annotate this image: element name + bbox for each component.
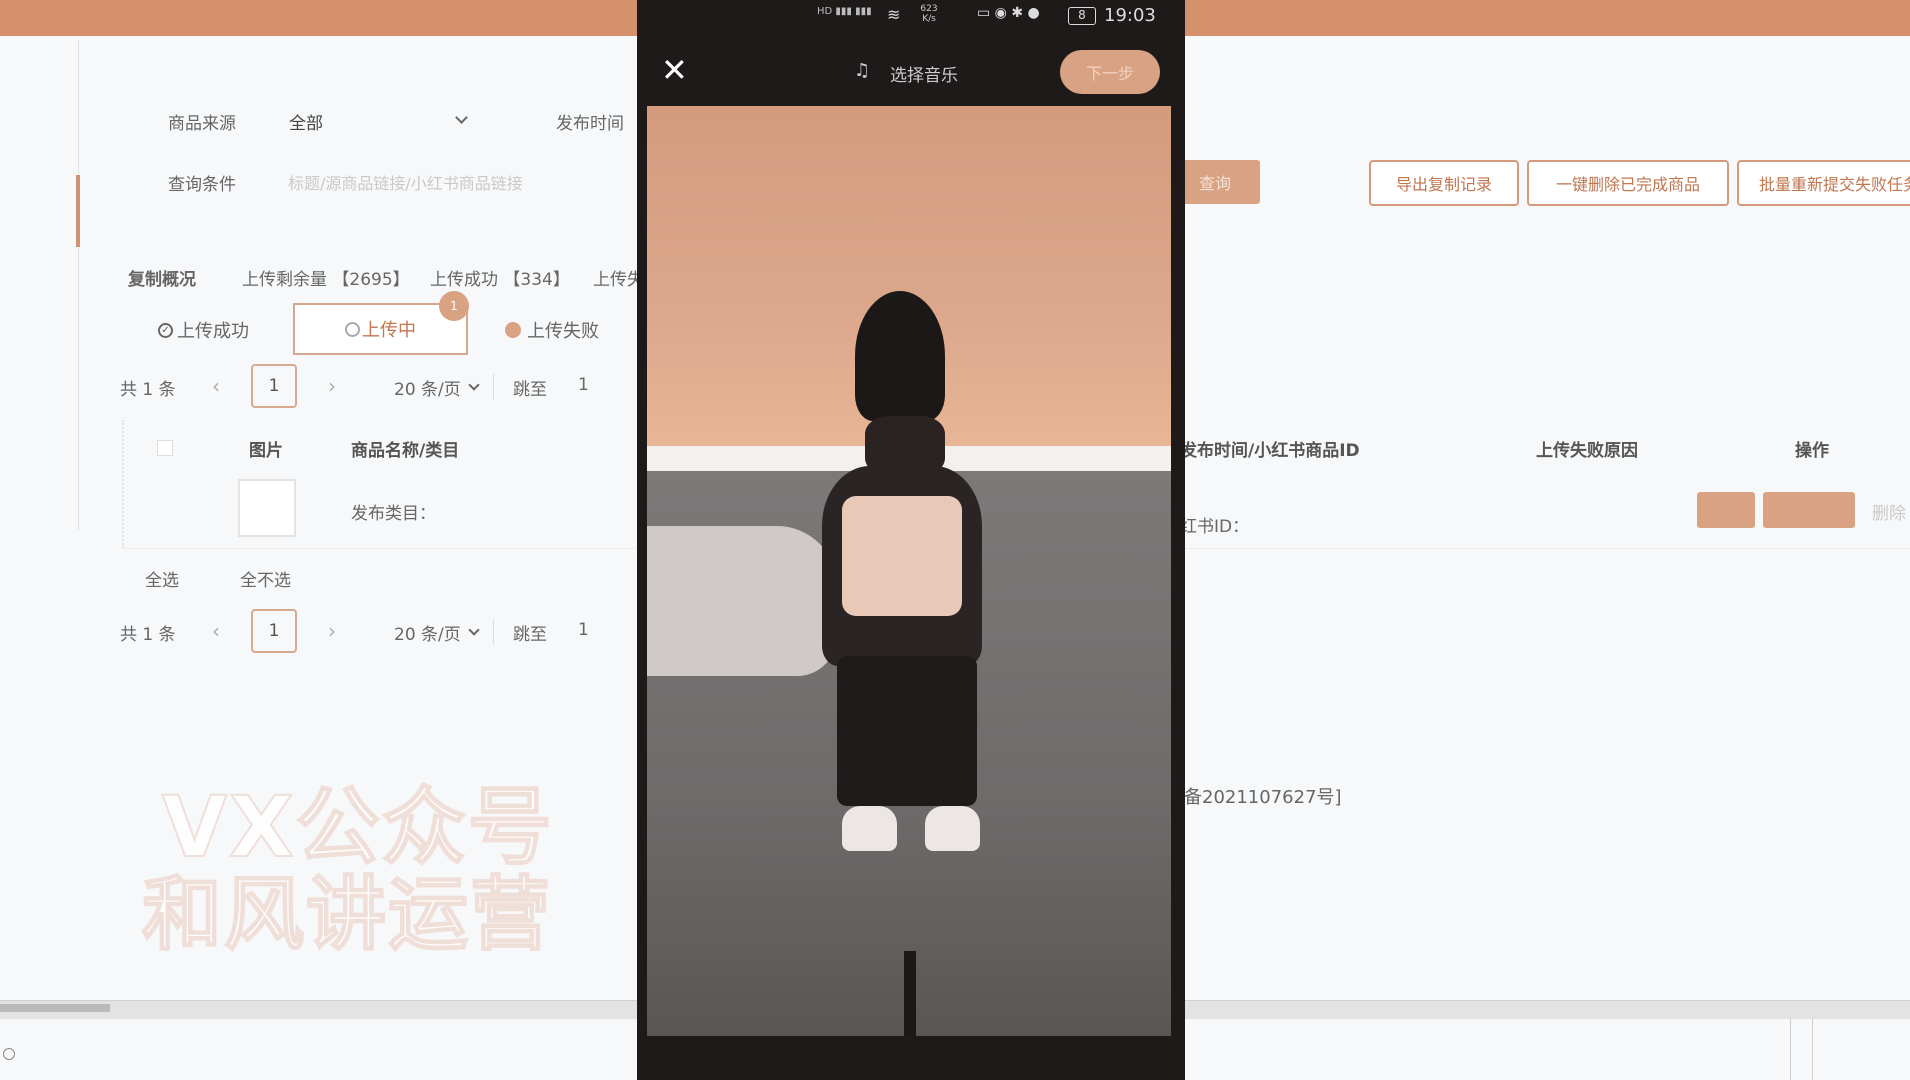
pager-total: 共 1 条 xyxy=(120,625,176,645)
pager-total: 共 1 条 xyxy=(120,380,176,400)
chevron-down-icon xyxy=(455,111,468,124)
jump-input[interactable]: 1 xyxy=(578,620,589,640)
row-delete-link[interactable]: 删除 xyxy=(1872,499,1906,524)
chevron-down-icon xyxy=(468,623,480,636)
sidebar-divider xyxy=(78,40,79,530)
phone-overlay: HD ▮▮▮ ▮▮▮ 623 K/s ≋ ▭ ◉ ✱ ● 8 19:03 ✕ ♫… xyxy=(637,0,1185,1080)
tab-upload-success[interactable]: ✓ 上传成功 xyxy=(158,315,249,345)
music-note-icon: ♫ xyxy=(854,60,871,81)
per-page-value: 20 条/页 xyxy=(394,379,461,400)
query-input[interactable]: 标题/源商品链接/小红书商品链接 xyxy=(288,170,523,194)
divider xyxy=(493,374,494,400)
chevron-left-icon[interactable]: ‹ xyxy=(212,619,220,643)
jump-input[interactable]: 1 xyxy=(578,375,589,395)
photo-shoe-right xyxy=(925,806,980,851)
tab-label: 上传失败 xyxy=(527,321,599,342)
divider xyxy=(1812,1018,1813,1080)
chevron-right-icon[interactable]: › xyxy=(328,374,336,398)
photo-sweater xyxy=(842,496,962,616)
divider xyxy=(1790,1018,1791,1080)
net-speed: 623 K/s xyxy=(920,4,938,24)
xhs-id-label: 红书ID： xyxy=(1180,517,1250,537)
column-header-time-id: 发布时间/小红书商品ID xyxy=(1180,441,1360,461)
photo-hat xyxy=(855,291,945,421)
chevron-right-icon[interactable]: › xyxy=(328,619,336,643)
close-icon[interactable]: ✕ xyxy=(661,52,688,88)
per-page-select[interactable]: 20 条/页 xyxy=(394,619,480,645)
source-label: 商品来源 xyxy=(168,114,236,134)
export-record-button[interactable]: 导出复制记录 xyxy=(1369,160,1519,206)
circle-icon xyxy=(3,1048,15,1060)
signal-icon: HD ▮▮▮ ▮▮▮ xyxy=(817,6,872,17)
jump-label: 跳至 xyxy=(513,625,547,645)
column-header-fail-reason: 上传失败原因 xyxy=(1536,441,1638,461)
photo-sleeve xyxy=(647,526,837,676)
divider xyxy=(493,619,494,645)
per-page-value: 20 条/页 xyxy=(394,624,461,645)
pager-current-page[interactable]: 1 xyxy=(251,364,297,408)
tab-label: 上传成功 xyxy=(177,321,249,342)
phone-status-bar: HD ▮▮▮ ▮▮▮ 623 K/s ≋ ▭ ◉ ✱ ● 8 19:03 xyxy=(637,0,1185,32)
row-action-button-1[interactable] xyxy=(1697,492,1755,528)
select-music-title[interactable]: 选择音乐 xyxy=(890,61,958,86)
tab-upload-failed[interactable]: 上传失败 xyxy=(505,315,599,345)
next-button[interactable]: 下一步 xyxy=(1060,50,1160,94)
sidebar-active-indicator xyxy=(76,175,80,247)
check-circle-icon: ✓ xyxy=(158,322,173,338)
overview-label: 复制概况 xyxy=(128,270,196,290)
header-checkbox[interactable] xyxy=(157,440,173,456)
dot-icon xyxy=(505,322,521,338)
preview-photo xyxy=(647,106,1171,1036)
column-header-actions: 操作 xyxy=(1795,441,1829,461)
photo-post xyxy=(904,951,916,1036)
delete-completed-button[interactable]: 一键删除已完成商品 xyxy=(1527,160,1729,206)
jump-label: 跳至 xyxy=(513,380,547,400)
query-label: 查询条件 xyxy=(168,175,236,195)
photo-shoe-left xyxy=(842,806,897,851)
select-all-link[interactable]: 全选 xyxy=(145,566,179,591)
icp-text: 备2021107627号] xyxy=(1184,787,1342,808)
column-header-image: 图片 xyxy=(249,441,283,461)
source-select-value: 全部 xyxy=(289,114,323,134)
tab-label: 上传中 xyxy=(362,320,416,341)
success-count: 上传成功 【334】 xyxy=(430,270,570,290)
chevron-left-icon[interactable]: ‹ xyxy=(212,374,220,398)
watermark-line-2: 和风讲运营 xyxy=(141,867,552,962)
per-page-select[interactable]: 20 条/页 xyxy=(394,374,480,400)
select-none-link[interactable]: 全不选 xyxy=(240,566,291,591)
column-header-name: 商品名称/类目 xyxy=(351,441,460,461)
batch-resubmit-button[interactable]: 批量重新提交失败任务 xyxy=(1737,160,1910,206)
publish-time-label: 发布时间 xyxy=(556,114,624,134)
uploading-badge: 1 xyxy=(439,291,469,321)
pager-current-page[interactable]: 1 xyxy=(251,609,297,653)
row-action-button-2[interactable] xyxy=(1763,492,1855,528)
remaining-count: 上传剩余量 【2695】 xyxy=(242,270,410,290)
status-icons: ▭ ◉ ✱ ● xyxy=(977,5,1040,21)
battery-icon: 8 xyxy=(1068,7,1096,25)
product-thumbnail[interactable] xyxy=(238,479,296,537)
loading-circle-icon xyxy=(345,321,360,337)
scrollbar-thumb[interactable] xyxy=(0,1004,110,1012)
chevron-down-icon xyxy=(468,378,480,391)
category-label: 发布类目： xyxy=(351,504,436,524)
photo-pants xyxy=(837,656,977,806)
phone-time: 19:03 xyxy=(1104,5,1156,26)
wifi-icon: ≋ xyxy=(887,5,901,24)
source-select[interactable]: 全部 xyxy=(286,104,476,136)
